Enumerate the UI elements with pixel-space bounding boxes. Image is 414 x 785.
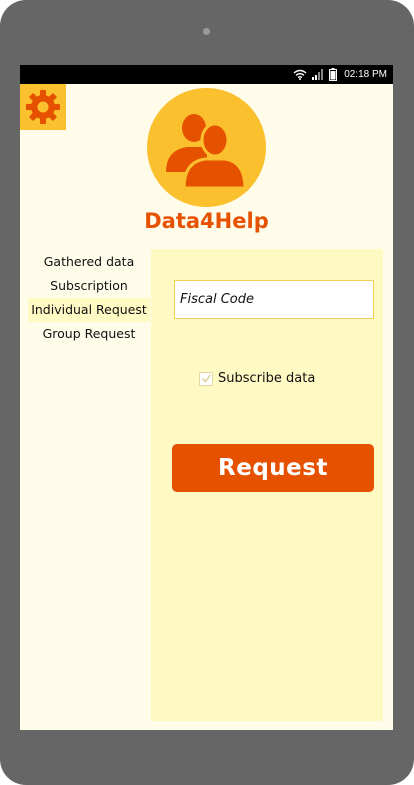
- sidebar-item-group-request[interactable]: Group Request: [28, 322, 150, 346]
- status-time: 02:18 PM: [344, 69, 387, 80]
- status-icons: 02:18 PM: [293, 65, 387, 84]
- camera-dot: [203, 28, 210, 35]
- battery-icon: [329, 68, 338, 81]
- app-screen: 02:18 PM Data4Help Gathered data Subscri…: [20, 65, 393, 730]
- settings-button[interactable]: [20, 84, 66, 130]
- fiscal-code-input[interactable]: [174, 280, 374, 319]
- tablet-frame: 02:18 PM Data4Help Gathered data Subscri…: [0, 0, 414, 785]
- app-title: Data4Help: [144, 209, 269, 233]
- status-bar: 02:18 PM: [20, 65, 393, 84]
- users-logo: [147, 88, 266, 207]
- sidebar-item-individual-request[interactable]: Individual Request: [28, 298, 150, 322]
- request-panel: Subscribe data Request: [151, 249, 383, 721]
- request-button[interactable]: Request: [172, 444, 374, 492]
- sidebar-item-gathered-data[interactable]: Gathered data: [28, 250, 150, 274]
- gear-icon: [26, 90, 60, 124]
- wifi-icon: [293, 69, 307, 80]
- sidebar-item-subscription[interactable]: Subscription: [28, 274, 150, 298]
- sidebar-nav: Gathered data Subscription Individual Re…: [28, 250, 150, 346]
- check-icon: [201, 374, 211, 383]
- subscribe-checkbox[interactable]: [199, 371, 213, 386]
- subscribe-row: Subscribe data: [199, 371, 315, 386]
- signal-icon: [312, 69, 324, 80]
- subscribe-label: Subscribe data: [218, 371, 316, 386]
- users-icon: [166, 114, 247, 190]
